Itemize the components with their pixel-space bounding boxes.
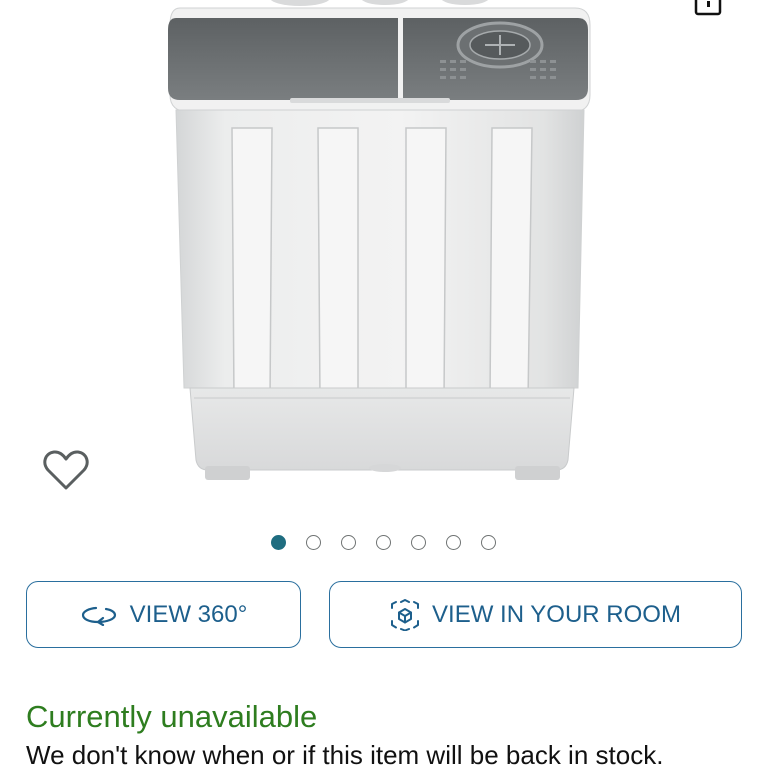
- carousel-dot[interactable]: [271, 535, 286, 550]
- availability-message: We don't know when or if this item will …: [26, 740, 664, 770]
- view-360-label: VIEW 360°: [129, 600, 248, 628]
- view-in-room-button[interactable]: VIEW IN YOUR ROOM: [329, 581, 742, 648]
- carousel-dot[interactable]: [341, 535, 356, 550]
- carousel-dot[interactable]: [411, 535, 426, 550]
- carousel-dot[interactable]: [306, 535, 321, 550]
- ar-cube-icon: [391, 598, 420, 631]
- view-360-button[interactable]: VIEW 360°: [26, 581, 301, 648]
- image-carousel-indicator: [0, 533, 768, 557]
- view-in-room-label: VIEW IN YOUR ROOM: [432, 600, 681, 628]
- availability-status: Currently unavailable: [26, 699, 318, 734]
- carousel-dot[interactable]: [481, 535, 496, 550]
- carousel-dot[interactable]: [376, 535, 391, 550]
- product-image[interactable]: [0, 0, 768, 510]
- heart-outline-icon[interactable]: [42, 448, 90, 492]
- rotate-360-icon: [81, 606, 116, 626]
- carousel-dot[interactable]: [446, 535, 461, 550]
- share-icon[interactable]: [694, 0, 724, 16]
